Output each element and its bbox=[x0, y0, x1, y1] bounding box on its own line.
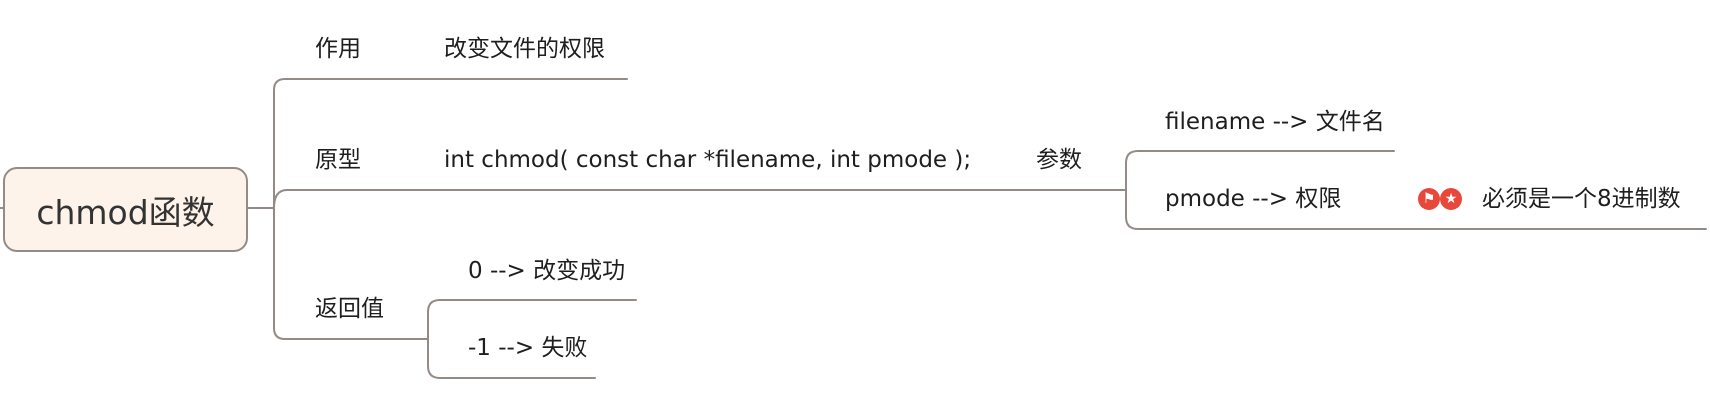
star-icon: ★ bbox=[1440, 188, 1462, 210]
topic-return-success[interactable]: 0 --> 改变成功 bbox=[468, 256, 625, 286]
root-topic[interactable]: chmod函数 bbox=[3, 167, 248, 252]
topic-prototype-signature[interactable]: int chmod( const char *filename, int pmo… bbox=[444, 145, 971, 175]
mind-map: chmod函数 作用 改变文件的权限 原型 int chmod( const c… bbox=[0, 0, 1710, 416]
params-trunk-lower bbox=[1125, 189, 1139, 230]
topic-purpose-detail[interactable]: 改变文件的权限 bbox=[444, 34, 605, 64]
main-trunk-lower bbox=[273, 207, 286, 340]
topic-purpose[interactable]: 作用 bbox=[315, 34, 361, 64]
topic-return-value[interactable]: 返回值 bbox=[315, 294, 384, 324]
topic-params[interactable]: 参数 bbox=[1036, 145, 1082, 175]
flag-icon: ⚑ bbox=[1418, 188, 1440, 210]
trunk-to-prototype bbox=[273, 189, 288, 209]
params-trunk bbox=[1125, 150, 1139, 191]
main-trunk bbox=[273, 78, 286, 209]
topic-param-pmode-note[interactable]: 必须是一个8进制数 bbox=[1482, 184, 1681, 214]
topic-param-pmode[interactable]: pmode --> 权限 bbox=[1165, 184, 1341, 214]
return-trunk bbox=[427, 299, 441, 340]
topic-param-filename[interactable]: filename --> 文件名 bbox=[1165, 107, 1385, 137]
return-trunk-lower bbox=[427, 338, 441, 379]
topic-prototype[interactable]: 原型 bbox=[315, 145, 361, 175]
topic-return-failure[interactable]: -1 --> 失败 bbox=[468, 333, 587, 363]
